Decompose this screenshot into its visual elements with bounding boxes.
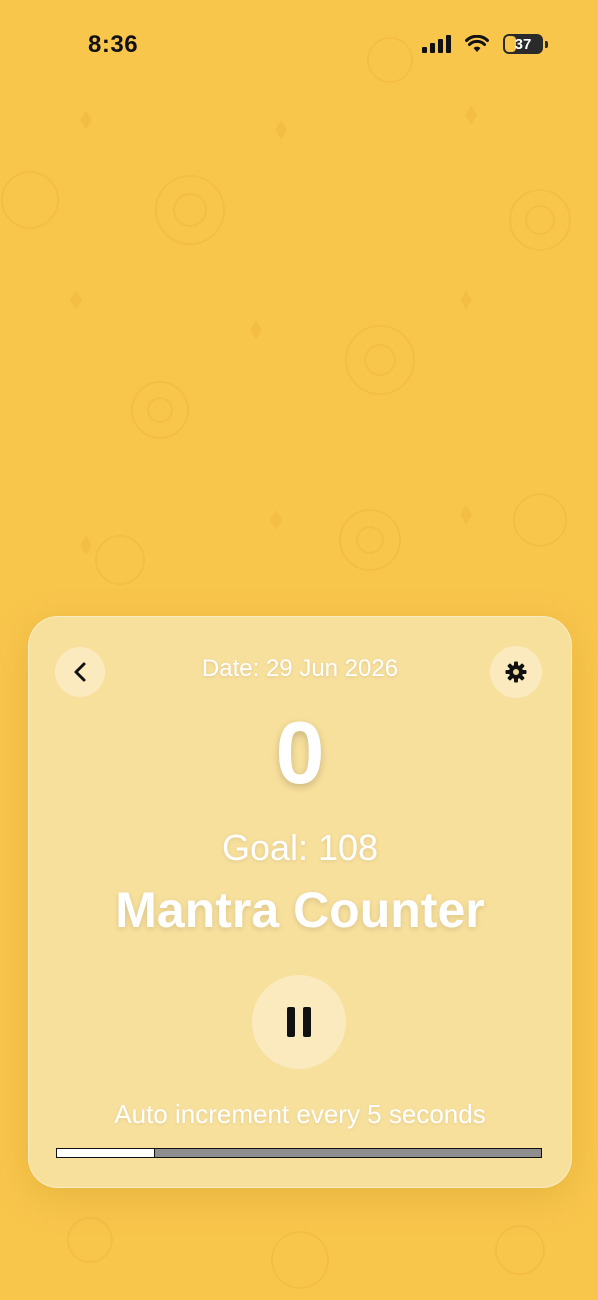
- battery-icon: 37: [503, 34, 543, 54]
- battery-level-text: 37: [514, 35, 532, 53]
- gear-icon: [505, 661, 527, 683]
- count-value: 0: [275, 703, 325, 802]
- goal-label: Goal: 108: [221, 827, 379, 868]
- auto-increment-text: Auto increment every 5 seconds: [114, 1099, 486, 1129]
- battery-nub: [545, 40, 548, 48]
- settings-button[interactable]: [490, 646, 542, 698]
- mantra-counter-card: Date: 29 Jun 2026 0 Goal: 108 Mantra Cou…: [28, 616, 572, 1188]
- progress-fill: [57, 1149, 155, 1157]
- progress-bar: [56, 1148, 542, 1158]
- status-icons: 37: [422, 34, 548, 54]
- status-time: 8:36: [88, 31, 139, 58]
- pause-button[interactable]: [252, 975, 346, 1069]
- mantra-title: Mantra Counter: [115, 882, 485, 938]
- wifi-icon: [465, 35, 489, 52]
- pause-icon: [287, 1007, 311, 1037]
- status-bar: 8:36 37: [0, 0, 598, 90]
- cellular-signal-icon: [422, 35, 451, 53]
